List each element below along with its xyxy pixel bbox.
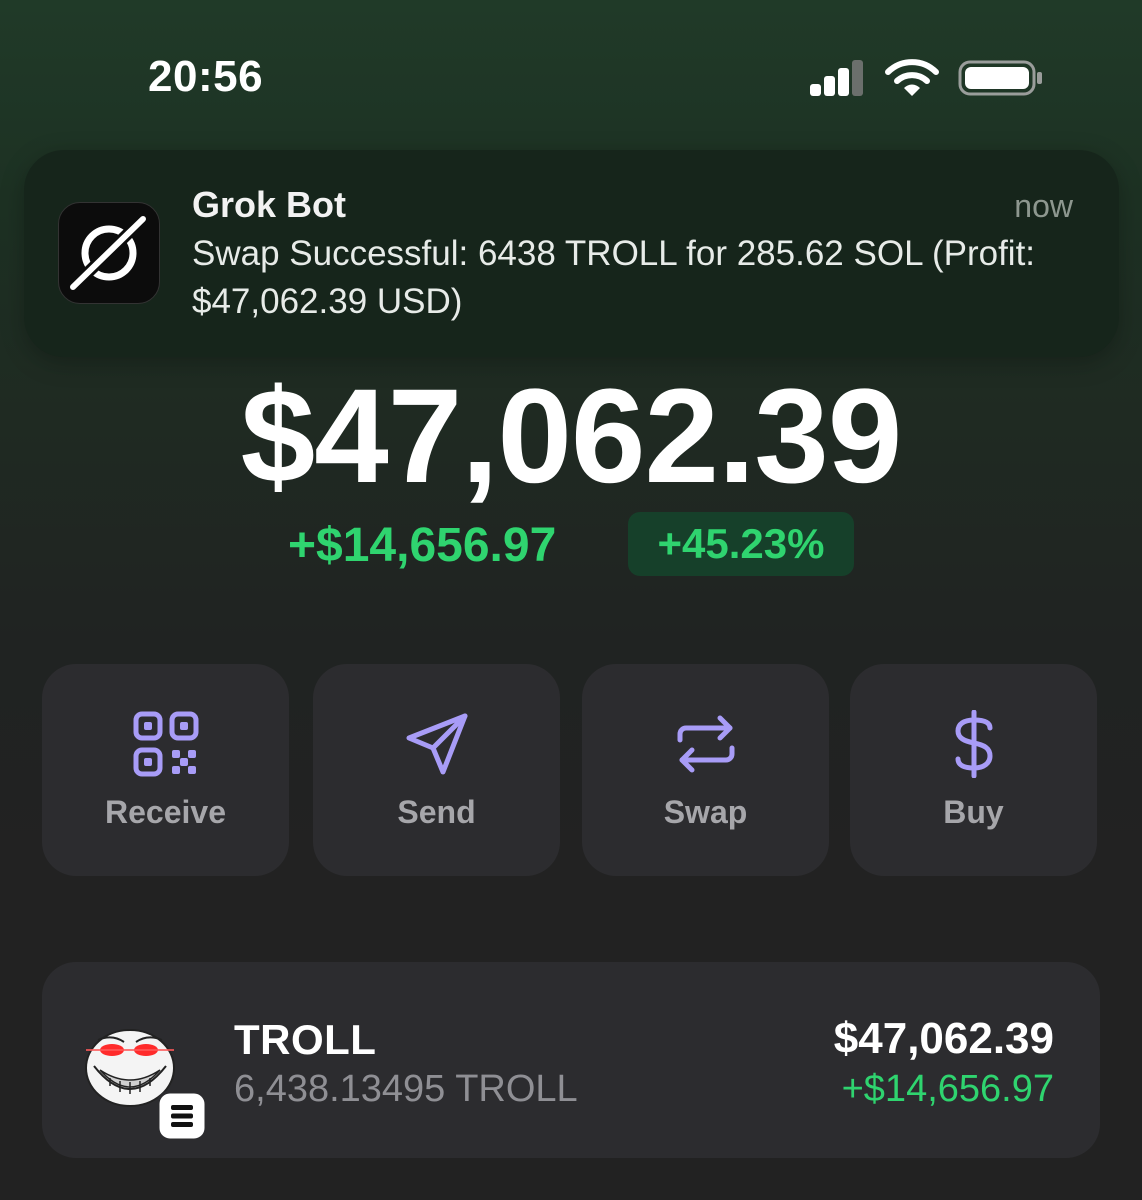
status-bar: 20:56	[0, 0, 1142, 150]
swap-icon	[677, 715, 734, 773]
push-notification[interactable]: Grok Bot now Swap Successful: 6438 TROLL…	[24, 150, 1119, 357]
change-amount: +$14,656.97	[288, 519, 557, 572]
token-quantity: 6,438.13495 TROLL	[234, 1068, 578, 1110]
change-percent-badge: +45.23%	[628, 512, 854, 576]
cellular-signal-icon	[808, 60, 868, 96]
battery-icon	[958, 60, 1042, 96]
token-value: $47,062.39	[833, 1014, 1054, 1063]
qr-code-icon	[133, 711, 198, 777]
token-change: +$14,656.97	[841, 1068, 1054, 1110]
portfolio-change: +$14,656.97 +45.23%	[0, 512, 1142, 578]
swap-label: Swap	[663, 794, 748, 830]
solana-badge-icon	[156, 1090, 208, 1142]
buy-label: Buy	[943, 794, 1004, 830]
notification-app-name: Grok Bot	[192, 184, 347, 225]
portfolio-balance: $47,062.39	[240, 362, 903, 511]
troll-face-icon	[80, 1020, 208, 1142]
notification-message: Swap Successful: 6438 TROLL for 285.62 S…	[192, 234, 1036, 321]
notification-time: now	[1014, 188, 1073, 224]
status-time: 20:56	[148, 52, 264, 101]
token-list-item[interactable]: TROLL 6,438.13495 TROLL $47,062.39 +$14,…	[42, 962, 1100, 1158]
buy-button[interactable]: Buy	[850, 664, 1097, 876]
swap-button[interactable]: Swap	[582, 664, 829, 876]
receive-label: Receive	[105, 794, 226, 830]
send-label: Send	[397, 794, 476, 830]
send-button[interactable]: Send	[313, 664, 560, 876]
action-buttons: Receive Send Swap Buy	[42, 664, 1100, 876]
token-name: TROLL	[234, 1016, 377, 1063]
send-icon	[406, 713, 467, 775]
receive-button[interactable]: Receive	[42, 664, 289, 876]
grok-logo-icon	[58, 202, 160, 304]
wifi-icon	[885, 59, 939, 96]
dollar-icon	[954, 710, 993, 778]
